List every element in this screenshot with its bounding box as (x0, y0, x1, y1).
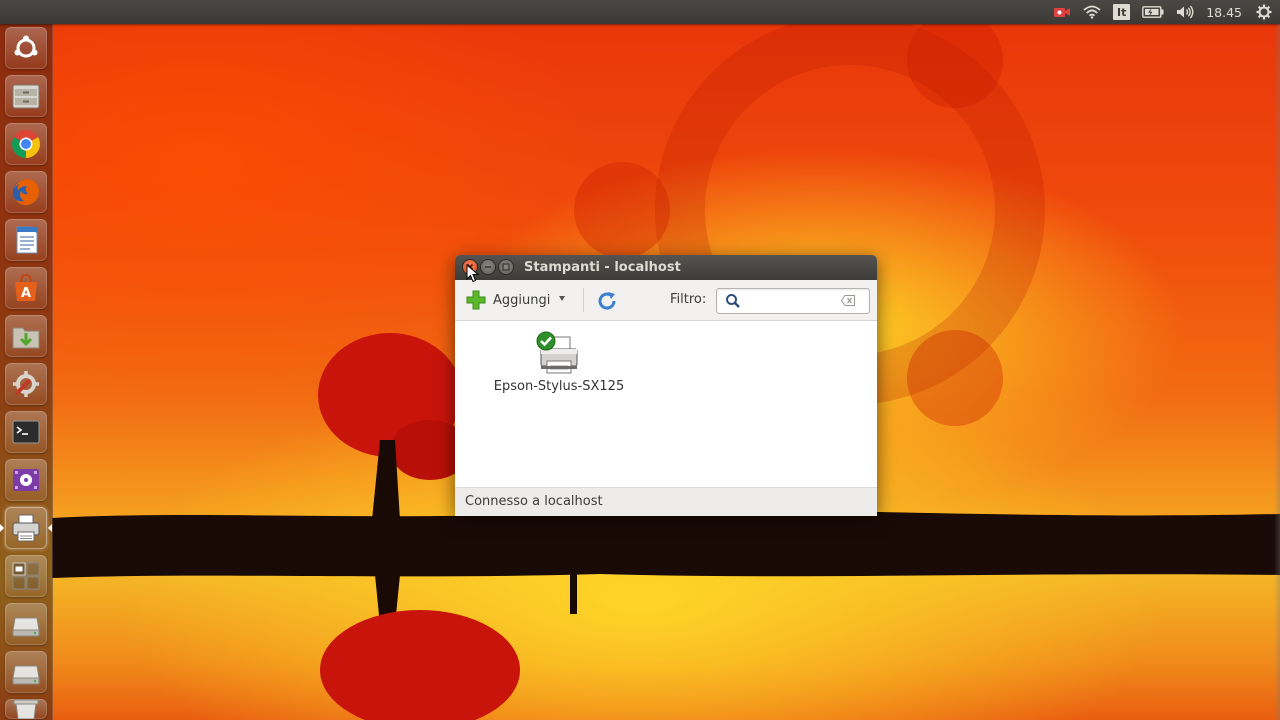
maximize-icon (502, 263, 510, 271)
launcher-firefox[interactable] (5, 171, 47, 213)
wifi-icon[interactable] (1077, 0, 1107, 24)
launcher-downloads[interactable] (5, 315, 47, 357)
launcher-writer[interactable] (5, 219, 47, 261)
refresh-button[interactable] (595, 289, 619, 313)
add-dropdown-arrow-icon[interactable] (559, 296, 565, 301)
window-titlebar[interactable]: Stampanti - localhost (455, 255, 877, 280)
active-indicator-right (48, 524, 52, 532)
search-icon (726, 294, 740, 308)
desktop-edge (1274, 24, 1280, 720)
filter-input[interactable] (747, 291, 839, 311)
svg-text:A: A (21, 286, 31, 301)
gear-icon[interactable] (1250, 0, 1280, 24)
keyboard-layout-indicator[interactable]: It (1107, 0, 1136, 24)
top-panel: It 18.45 (0, 0, 1280, 24)
printers-window: Stampanti - localhost Aggiungi Filtro: E… (455, 255, 877, 516)
ubuntu-logo-icon (14, 35, 38, 58)
toolbar-separator (583, 288, 584, 312)
drive-icon (12, 665, 40, 685)
printer-icon-container (536, 331, 581, 379)
add-printer-label: Aggiungi (493, 292, 551, 308)
window-title: Stampanti - localhost (524, 260, 681, 275)
printer-name: Epson-Stylus-SX125 (493, 379, 625, 394)
launcher: A (0, 24, 53, 720)
launcher-terminal[interactable] (5, 411, 47, 453)
media-icon (13, 469, 39, 491)
default-check-icon (536, 331, 556, 351)
launcher-trash[interactable] (5, 699, 47, 719)
launcher-printers[interactable] (5, 507, 47, 549)
drive-icon (12, 617, 40, 637)
clock[interactable]: 18.45 (1200, 0, 1250, 24)
document-icon (16, 226, 38, 254)
launcher-files[interactable] (5, 75, 47, 117)
add-icon (466, 290, 486, 310)
add-printer-button[interactable]: Aggiungi (461, 287, 554, 313)
launcher-dash-home[interactable] (5, 27, 47, 69)
minimize-icon (485, 266, 491, 268)
toolbar: Aggiungi Filtro: (455, 280, 877, 321)
filter-label: Filtro: (670, 292, 707, 307)
mouse-cursor-icon (466, 264, 480, 283)
terminal-icon (12, 420, 40, 444)
launcher-media-player[interactable] (5, 459, 47, 501)
window-minimize-button[interactable] (481, 260, 495, 274)
printer-item[interactable]: Epson-Stylus-SX125 (489, 331, 629, 394)
status-text: Connesso a localhost (465, 494, 603, 509)
active-indicator-left (0, 524, 4, 532)
window-maximize-button[interactable] (499, 260, 513, 274)
volume-icon[interactable] (1170, 0, 1200, 24)
filter-field[interactable] (716, 288, 870, 314)
battery-icon[interactable] (1136, 0, 1170, 24)
chrome-icon (12, 130, 40, 158)
launcher-system-settings[interactable] (5, 363, 47, 405)
launcher-drive-2[interactable] (5, 651, 47, 693)
firefox-icon (13, 179, 40, 206)
wrench-gear-icon (13, 371, 39, 397)
file-cabinet-icon (12, 84, 40, 109)
refresh-icon (598, 292, 616, 310)
launcher-chrome[interactable] (5, 123, 47, 165)
printer-list: Epson-Stylus-SX125 (455, 321, 877, 487)
launcher-drive-1[interactable] (5, 603, 47, 645)
shopping-bag-icon: A (15, 273, 37, 301)
launcher-software-center[interactable]: A (5, 267, 47, 309)
statusbar: Connesso a localhost (455, 487, 877, 516)
trash-icon (13, 699, 39, 719)
clear-icon[interactable] (841, 295, 855, 306)
workspace-icon (12, 562, 40, 590)
printer-icon (12, 514, 40, 542)
system-tray: It 18.45 (1047, 0, 1280, 24)
video-camera-icon[interactable] (1047, 0, 1077, 24)
download-folder-icon (12, 327, 40, 349)
keyboard-layout-label: It (1113, 4, 1131, 20)
launcher-workspace-switcher[interactable] (5, 555, 47, 597)
